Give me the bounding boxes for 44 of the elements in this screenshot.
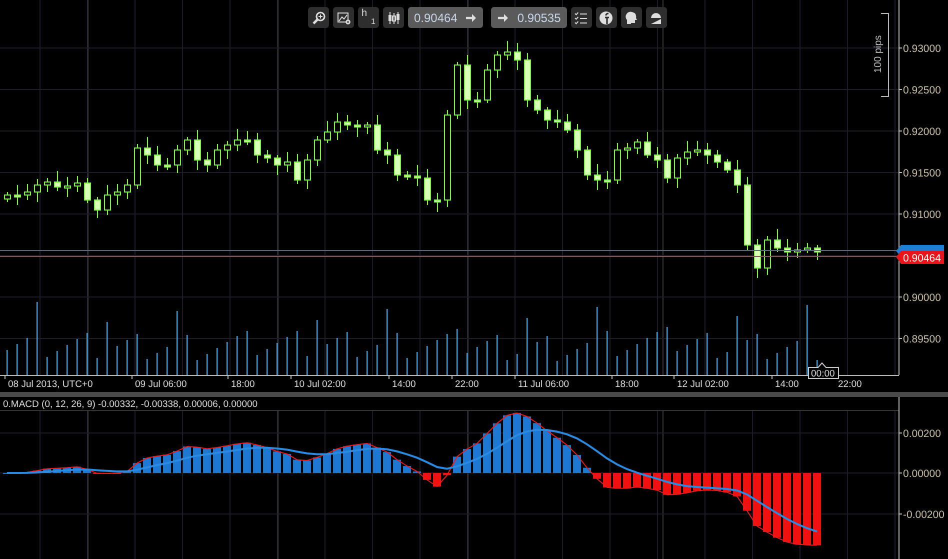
time-axis-label: 14:00 bbox=[392, 379, 416, 390]
cursor-time-label: 00:00 bbox=[808, 362, 839, 380]
zoom-in-icon bbox=[312, 10, 326, 24]
sell-button[interactable]: 0.90464 bbox=[408, 7, 484, 28]
arrow-icon bbox=[465, 12, 478, 24]
shapes-button[interactable] bbox=[646, 7, 667, 28]
arrow-icon bbox=[497, 12, 510, 24]
time-axis-label: 22:00 bbox=[838, 379, 862, 390]
social-button[interactable] bbox=[596, 7, 617, 28]
price-axis-label: 0.91500 bbox=[903, 168, 941, 180]
time-axis-label: 18:00 bbox=[231, 379, 255, 390]
time-axis-label: 08 Jul 2013, UTC+0 bbox=[8, 379, 93, 390]
social-icon bbox=[599, 10, 614, 24]
checklist-icon bbox=[574, 10, 588, 24]
timeframe-button[interactable]: h 1 bbox=[358, 7, 379, 28]
price-axis-label: 0.89500 bbox=[903, 334, 941, 346]
bid-price-tag: 0.90464 bbox=[896, 251, 944, 264]
time-axis-label: 14:00 bbox=[775, 379, 799, 390]
time-axis-label: 09 Jul 06:00 bbox=[135, 379, 187, 390]
price-axis-label: 0.92000 bbox=[903, 126, 941, 138]
zoom-in-button[interactable] bbox=[308, 7, 329, 28]
macd-legend: 0.MACD (0, 12, 26, 9) -0.00332, -0.00338, 0.00006, 0.00000 bbox=[3, 399, 258, 410]
head-profile-icon bbox=[624, 10, 638, 24]
checklist-button[interactable] bbox=[570, 7, 592, 28]
price-axis-label: 0.93000 bbox=[903, 43, 941, 55]
macd-axis-label: -0.00200 bbox=[903, 509, 944, 521]
shapes-icon bbox=[649, 10, 664, 24]
candlestick-icon bbox=[386, 10, 400, 24]
macd-axis-label: 0.00200 bbox=[903, 428, 941, 440]
range-label: 100 pips bbox=[873, 35, 884, 73]
chart-settings-button[interactable] bbox=[333, 7, 354, 28]
time-axis-label: 22:00 bbox=[455, 379, 479, 390]
time-axis-label: 12 Jul 02:00 bbox=[677, 379, 729, 390]
price-axis-label: 0.90000 bbox=[903, 292, 941, 304]
time-axis-label: 10 Jul 02:00 bbox=[294, 379, 346, 390]
time-axis-label: 11 Jul 06:00 bbox=[518, 379, 570, 390]
macd-axis-label: 0.00000 bbox=[903, 468, 941, 480]
price-axis-label: 0.92500 bbox=[903, 84, 941, 96]
time-axis-label: 18:00 bbox=[615, 379, 639, 390]
buy-button[interactable]: 0.90535 bbox=[491, 7, 567, 28]
profile-button[interactable] bbox=[620, 7, 642, 28]
price-axis-label: 0.91000 bbox=[903, 209, 941, 221]
image-gear-icon bbox=[336, 10, 350, 24]
chart-type-button[interactable] bbox=[383, 7, 404, 28]
